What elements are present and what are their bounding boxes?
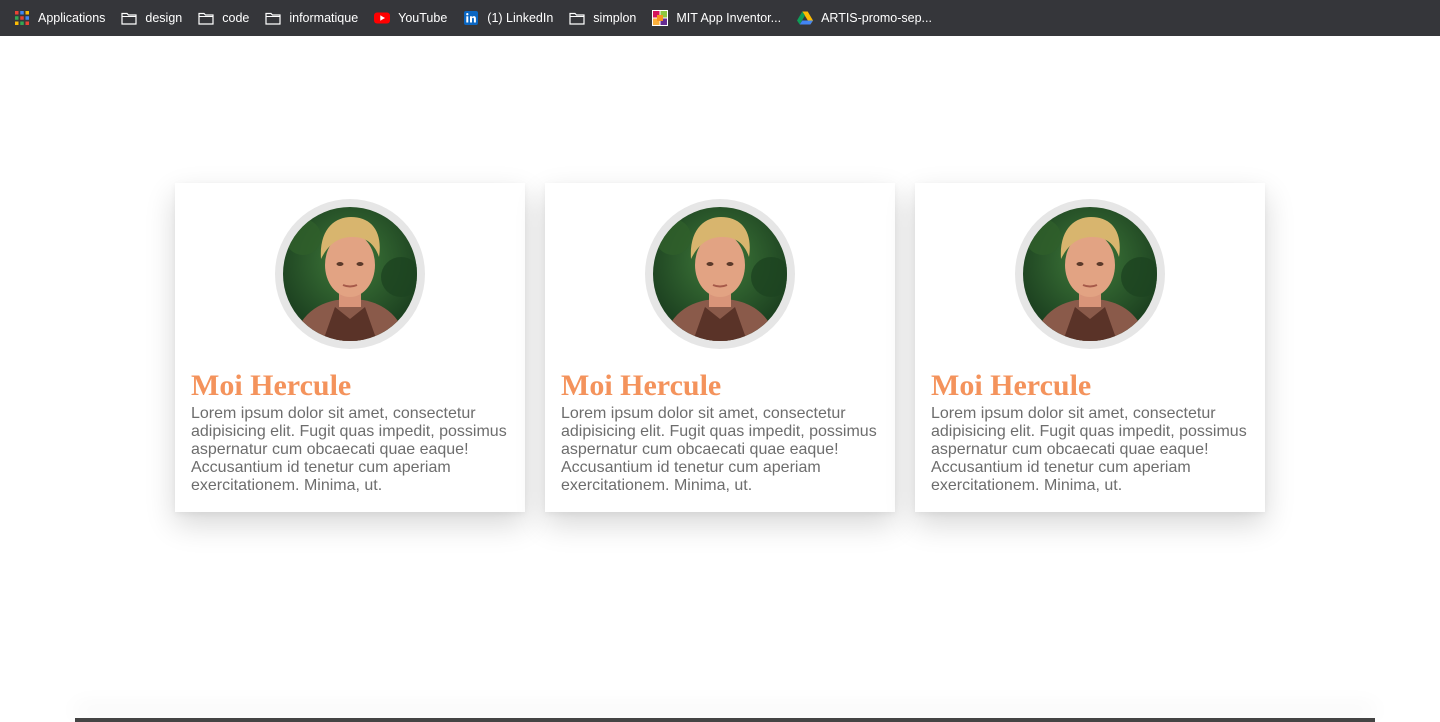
- apps-grid-icon: [14, 10, 30, 26]
- bookmark-applications[interactable]: Applications: [14, 10, 105, 26]
- bookmark-label: MIT App Inventor...: [676, 11, 782, 25]
- avatar-frame: [1015, 199, 1165, 349]
- bookmark-informatique[interactable]: informatique: [265, 10, 358, 26]
- folder-icon: [265, 10, 281, 26]
- avatar-frame: [275, 199, 425, 349]
- bookmark-label: simplon: [593, 11, 637, 25]
- bookmark-artis-promo[interactable]: ARTIS-promo-sep...: [797, 10, 932, 26]
- card-title: Moi Hercule: [931, 369, 1092, 402]
- bookmark-linkedin[interactable]: (1) LinkedIn: [463, 10, 553, 26]
- bookmarks-bar: Applications design code informatique Yo…: [0, 0, 1440, 36]
- bookmark-design[interactable]: design: [121, 10, 182, 26]
- avatar-frame: [645, 199, 795, 349]
- avatar: [653, 207, 787, 341]
- bookmark-label: code: [222, 11, 250, 25]
- card-description: Lorem ipsum dolor sit amet, consectetur …: [931, 405, 1247, 494]
- footer-edge: [75, 718, 1375, 722]
- card-title: Moi Hercule: [561, 369, 722, 402]
- avatar: [1023, 207, 1157, 341]
- card-title: Moi Hercule: [191, 369, 352, 402]
- bookmark-label: Applications: [38, 11, 106, 25]
- bookmark-simplon[interactable]: simplon: [569, 10, 636, 26]
- profile-card: Moi Hercule Lorem ipsum dolor sit amet, …: [545, 183, 895, 512]
- app-inventor-icon: [652, 10, 669, 26]
- linkedin-icon: [463, 10, 479, 26]
- bookmark-code[interactable]: code: [198, 10, 249, 26]
- youtube-icon: [374, 10, 391, 26]
- bookmark-label: design: [145, 11, 183, 25]
- avatar: [283, 207, 417, 341]
- card-description: Lorem ipsum dolor sit amet, consectetur …: [191, 405, 507, 494]
- profile-card: Moi Hercule Lorem ipsum dolor sit amet, …: [175, 183, 525, 512]
- bookmark-youtube[interactable]: YouTube: [374, 10, 447, 26]
- bookmark-label: ARTIS-promo-sep...: [821, 11, 932, 25]
- folder-icon: [198, 10, 214, 26]
- bookmark-label: YouTube: [398, 11, 448, 25]
- bookmark-label: (1) LinkedIn: [487, 11, 554, 25]
- profile-card: Moi Hercule Lorem ipsum dolor sit amet, …: [915, 183, 1265, 512]
- google-drive-icon: [797, 10, 814, 26]
- folder-icon: [121, 10, 138, 26]
- cards-row: Moi Hercule Lorem ipsum dolor sit amet, …: [175, 183, 1265, 512]
- folder-icon: [569, 10, 585, 26]
- bookmark-mit-app-inventor[interactable]: MIT App Inventor...: [652, 10, 781, 26]
- bookmark-label: informatique: [289, 11, 359, 25]
- card-description: Lorem ipsum dolor sit amet, consectetur …: [561, 405, 877, 494]
